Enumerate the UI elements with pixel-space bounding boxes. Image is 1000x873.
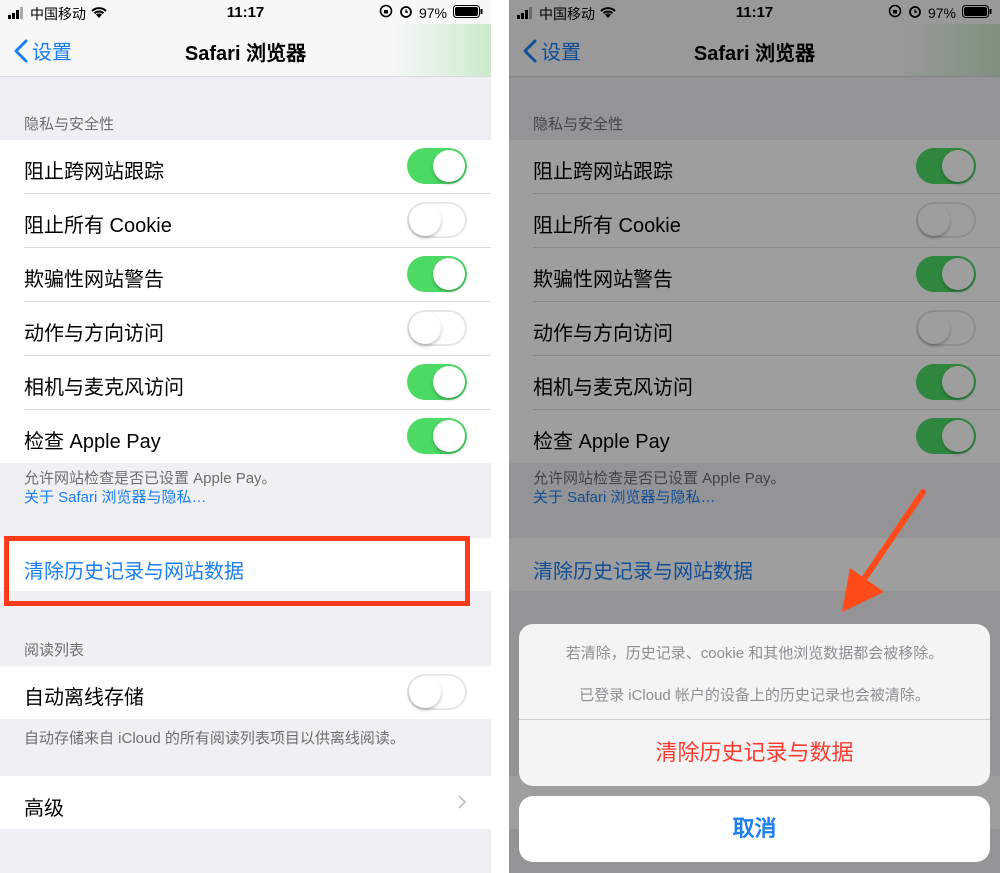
row-label: 相机与麦克风访问 xyxy=(24,377,184,399)
toggle-camera-mic[interactable] xyxy=(407,364,467,400)
alarm-icon xyxy=(399,4,413,21)
row-label: 自动离线存储 xyxy=(24,687,144,709)
chevron-right-icon xyxy=(458,795,467,809)
row-motion-access: 动作与方向访问 xyxy=(24,302,491,356)
privacy-footer: 允许网站检查是否已设置 Apple Pay。 关于 Safari 浏览器与隐私… xyxy=(24,469,277,507)
cancel-button[interactable]: 取消 xyxy=(519,796,990,862)
toggle-apple-pay[interactable] xyxy=(407,418,467,454)
row-offline-storage: 自动离线存储 xyxy=(24,666,491,719)
privacy-group: 阻止跨网站跟踪 阻止所有 Cookie 欺骗性网站警告 动作与方向访问 相机与麦… xyxy=(0,140,491,463)
orientation-lock-icon xyxy=(379,4,393,21)
toggle-fraud-warning[interactable] xyxy=(407,256,467,292)
left-screen: 中国移动 11:17 97% 设置 Safari 浏览器 隐私与安全性 阻止跨网… xyxy=(0,0,491,873)
privacy-section-header: 隐私与安全性 xyxy=(24,116,115,133)
toggle-motion-access[interactable] xyxy=(407,310,467,346)
privacy-footer-link[interactable]: 关于 Safari 浏览器与隐私… xyxy=(24,488,277,507)
row-label: 阻止跨网站跟踪 xyxy=(24,161,164,183)
battery-percent: 97% xyxy=(418,4,447,21)
blur-decoration xyxy=(391,24,491,76)
reading-list-header: 阅读列表 xyxy=(24,642,85,659)
status-bar: 中国移动 11:17 97% xyxy=(0,0,491,24)
privacy-footer-text: 允许网站检查是否已设置 Apple Pay。 xyxy=(24,470,277,487)
toggle-cross-site-tracking[interactable] xyxy=(407,148,467,184)
reading-list-group: 自动离线存储 xyxy=(0,666,491,719)
row-label: 欺骗性网站警告 xyxy=(24,269,164,291)
action-sheet-message-icloud: 已登录 iCloud 帐户的设备上的历史记录也会被清除。 xyxy=(579,687,930,704)
row-label: 阻止所有 Cookie xyxy=(24,215,172,237)
row-label: 动作与方向访问 xyxy=(24,323,164,345)
toggle-block-cookies[interactable] xyxy=(407,202,467,238)
row-block-cookies: 阻止所有 Cookie xyxy=(24,194,491,248)
advanced-row[interactable]: 高级 xyxy=(0,776,491,829)
row-cross-site-tracking: 阻止跨网站跟踪 xyxy=(24,140,491,194)
advanced-label: 高级 xyxy=(24,798,64,820)
right-screen: 中国移动 11:17 97% 设置 Safari 浏览器 隐私与安全性 阻止跨网… xyxy=(509,0,1000,873)
row-fraud-warning: 欺骗性网站警告 xyxy=(24,248,491,302)
clear-history-data-button[interactable]: 清除历史记录与数据 xyxy=(519,720,990,786)
reading-list-footer: 自动存储来自 iCloud 的所有阅读列表项目以供离线阅读。 xyxy=(24,730,405,747)
action-sheet-message: 若清除，历史记录、cookie 和其他浏览数据都会被移除。 xyxy=(565,645,944,662)
row-apple-pay: 检查 Apple Pay xyxy=(24,410,491,463)
row-label: 检查 Apple Pay xyxy=(24,431,161,453)
toggle-offline-storage[interactable] xyxy=(407,674,467,710)
row-camera-mic: 相机与麦克风访问 xyxy=(24,356,491,410)
highlight-box xyxy=(4,536,470,606)
arrow-icon xyxy=(842,489,926,612)
action-sheet: 若清除，历史记录、cookie 和其他浏览数据都会被移除。 已登录 iCloud… xyxy=(519,624,990,786)
battery-icon xyxy=(453,4,483,21)
